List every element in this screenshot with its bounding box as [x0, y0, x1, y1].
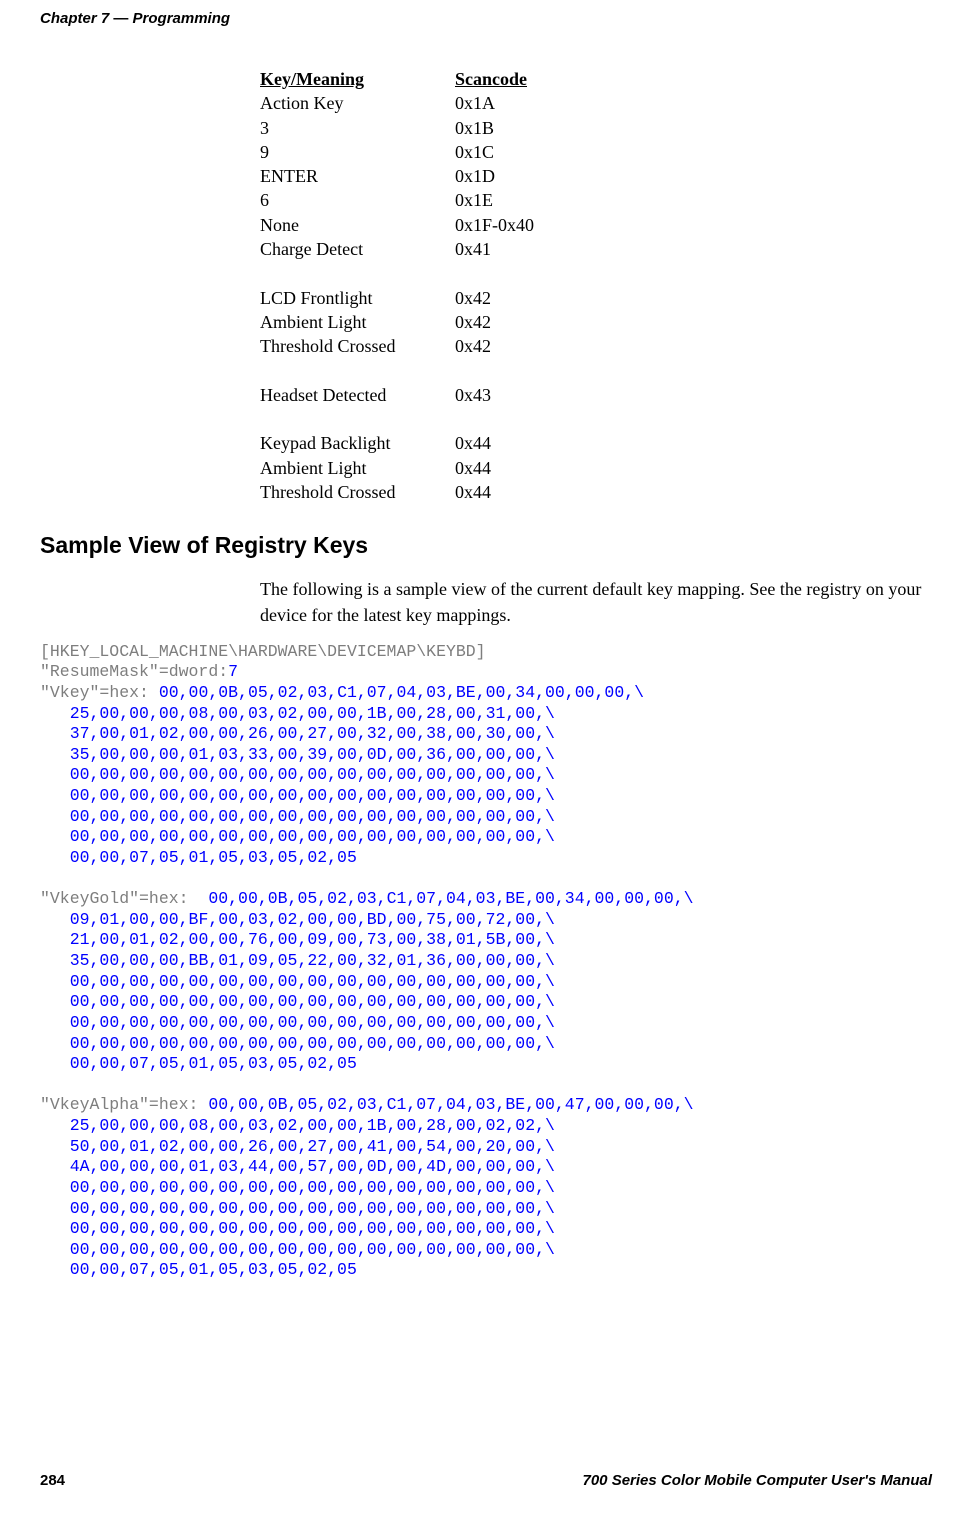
table-row: Ambient Light0x44: [260, 456, 932, 480]
chapter-title: Programming: [133, 10, 231, 27]
section-paragraph: The following is a sample view of the cu…: [260, 577, 932, 627]
col-header-scan: Scancode: [455, 67, 527, 91]
manual-title: 700 Series Color Mobile Computer User's …: [583, 1472, 933, 1489]
table-row: Threshold Crossed0x42: [260, 334, 932, 358]
table-row: None0x1F-0x40: [260, 213, 932, 237]
table-row: Keypad Backlight0x44: [260, 431, 932, 455]
table-row: 30x1B: [260, 116, 932, 140]
scancode-table: Key/Meaning Scancode Action Key0x1A 30x1…: [260, 67, 932, 504]
chapter-label: Chapter 7: [40, 10, 109, 27]
registry-path: [HKEY_LOCAL_MACHINE\HARDWARE\DEVICEMAP\K…: [40, 642, 486, 661]
header-separator: —: [113, 10, 128, 27]
page-number: 284: [40, 1472, 65, 1489]
table-row: Threshold Crossed0x44: [260, 480, 932, 504]
section-heading: Sample View of Registry Keys: [40, 532, 932, 559]
registry-code: [HKEY_LOCAL_MACHINE\HARDWARE\DEVICEMAP\K…: [40, 642, 932, 1281]
table-row: ENTER0x1D: [260, 164, 932, 188]
table-row: Headset Detected0x43: [260, 383, 932, 407]
table-row: Ambient Light0x42: [260, 310, 932, 334]
page-header: Chapter 7 — Programming: [40, 10, 932, 27]
table-row: LCD Frontlight0x42: [260, 286, 932, 310]
table-row: 90x1C: [260, 140, 932, 164]
table-row: 60x1E: [260, 188, 932, 212]
page-footer: 284 700 Series Color Mobile Computer Use…: [40, 1472, 932, 1489]
table-header-row: Key/Meaning Scancode: [260, 67, 932, 91]
table-row: Action Key0x1A: [260, 91, 932, 115]
col-header-key: Key/Meaning: [260, 67, 455, 91]
table-row: Charge Detect0x41: [260, 237, 932, 261]
